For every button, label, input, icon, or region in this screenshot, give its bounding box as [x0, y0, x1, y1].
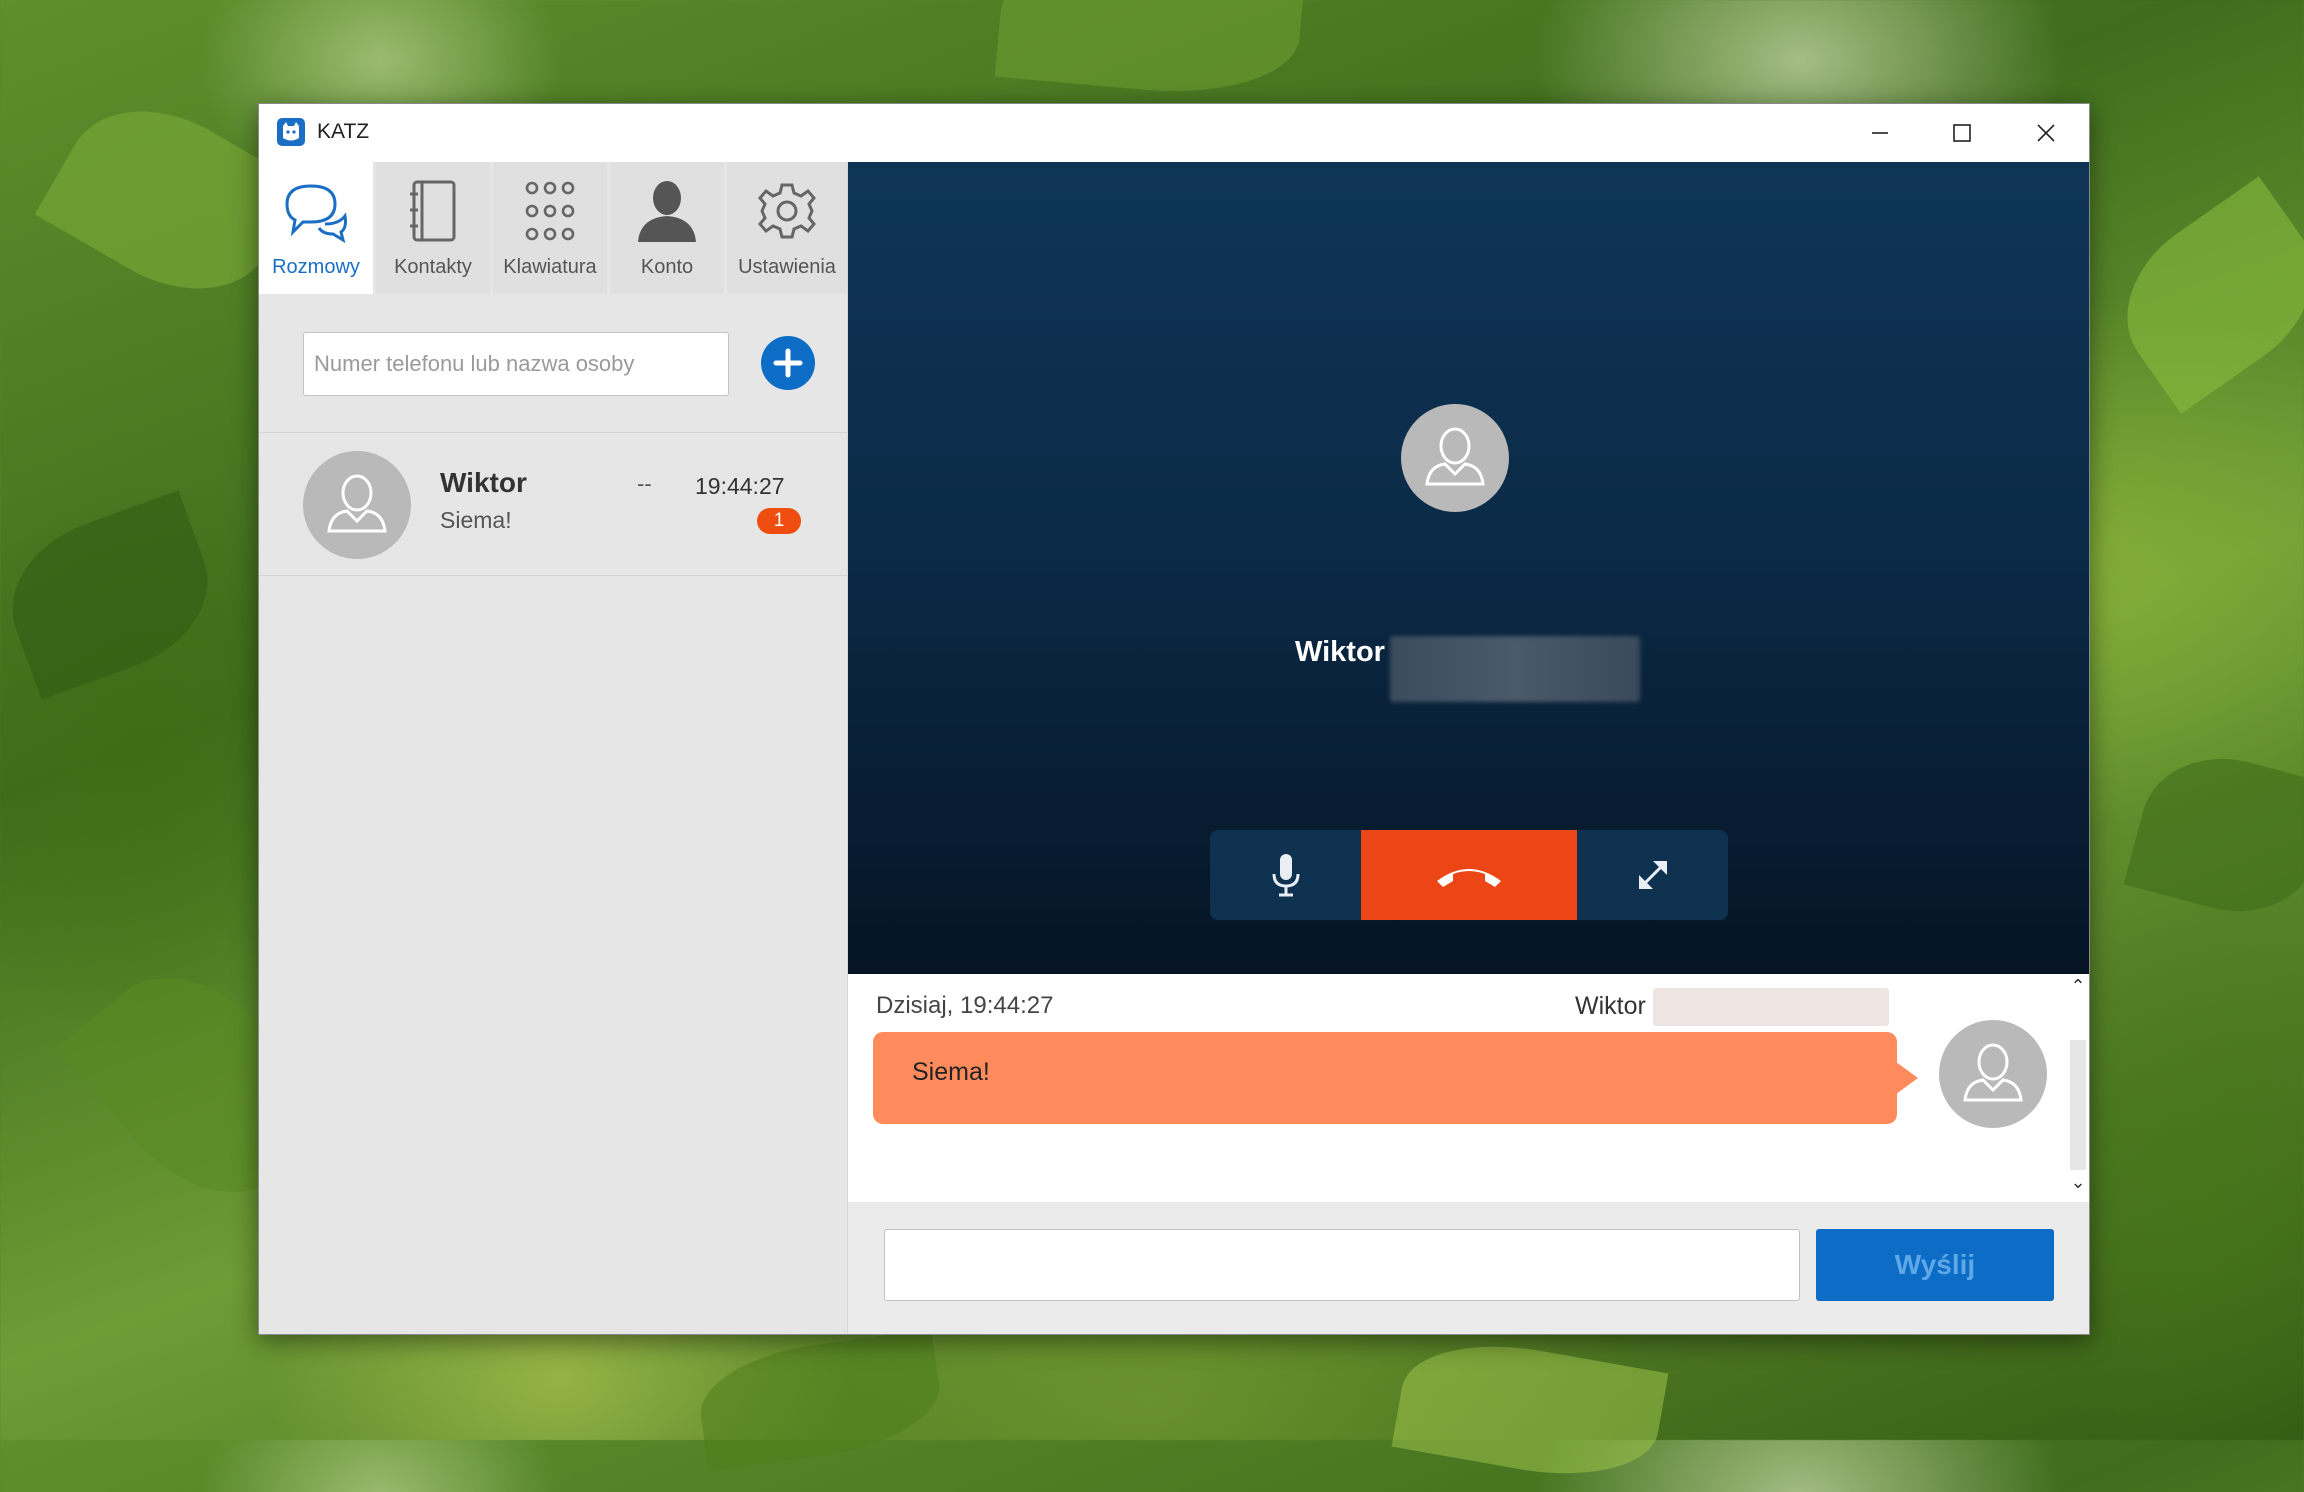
app-title: KATZ — [317, 120, 370, 143]
contact-name: Wiktor — [440, 467, 527, 498]
message-composer: Wyślij — [848, 1202, 2089, 1334]
add-contact-button[interactable] — [761, 336, 815, 390]
katz-logo-icon — [277, 118, 305, 146]
address-book-icon — [410, 180, 456, 242]
message-text: Siema! — [912, 1058, 990, 1086]
message-sender: Wiktor — [1575, 992, 1646, 1020]
close-icon — [2037, 124, 2055, 142]
caller-avatar — [1401, 404, 1509, 512]
tab-label: Klawiatura — [503, 256, 597, 278]
plus-icon — [773, 348, 803, 378]
scroll-thumb[interactable] — [2070, 1040, 2086, 1170]
conversation-item[interactable]: Wiktor Siema! -- 19:44:27 1 — [259, 433, 847, 576]
fullscreen-button[interactable] — [1577, 830, 1728, 920]
sidebar: Rozmowy Kontakty Klawiatura Konto Ustawi… — [259, 162, 848, 1334]
close-button[interactable] — [2005, 104, 2087, 162]
sender-avatar — [1939, 1020, 2047, 1128]
chat-bubbles-icon — [285, 184, 347, 244]
gear-icon — [758, 183, 816, 239]
default-avatar-icon — [1963, 1043, 2023, 1102]
tab-ustawienia[interactable]: Ustawienia — [727, 162, 847, 294]
avatar — [303, 451, 411, 559]
tab-label: Konto — [640, 256, 694, 278]
bubble-pointer — [1896, 1062, 1918, 1094]
tab-label: Kontakty — [394, 256, 472, 278]
scroll-down-icon[interactable]: ⌄ — [2067, 1172, 2089, 1193]
redacted-surname — [1390, 636, 1640, 702]
call-panel: Wiktor — [848, 162, 2089, 974]
search-input[interactable] — [303, 332, 729, 396]
maximize-icon — [1953, 124, 1971, 142]
maximize-button[interactable] — [1921, 104, 2003, 162]
nav-tabs: Rozmowy Kontakty Klawiatura Konto Ustawi… — [259, 162, 847, 294]
tab-klawiatura[interactable]: Klawiatura — [493, 162, 607, 294]
tab-label: Rozmowy — [272, 256, 360, 278]
message-date: Dzisiaj, 19:44:27 — [876, 992, 1054, 1019]
tab-rozmowy[interactable]: Rozmowy — [259, 162, 373, 294]
caller-name: Wiktor — [1295, 636, 1385, 668]
tab-label: Ustawienia — [738, 256, 836, 278]
microphone-icon — [1272, 854, 1299, 897]
call-controls — [1210, 830, 1728, 920]
user-icon — [638, 181, 696, 242]
chat-history: Dzisiaj, 19:44:27 Wiktor Siema! ⌃ ⌄ — [848, 974, 2089, 1202]
hang-up-button[interactable] — [1361, 830, 1577, 920]
default-avatar-icon — [327, 474, 387, 533]
mute-button[interactable] — [1210, 830, 1361, 920]
search-area — [259, 294, 847, 433]
message-bubble: Siema! — [873, 1032, 1897, 1124]
app-window: KATZ Rozmowy Kontakty Klawiatura Konto U… — [258, 103, 2090, 1335]
dialpad-icon — [525, 181, 575, 241]
title-bar[interactable]: KATZ — [259, 104, 2089, 162]
tab-kontakty[interactable]: Kontakty — [376, 162, 490, 294]
chat-scrollbar[interactable]: ⌃ ⌄ — [2067, 974, 2089, 1202]
hang-up-icon — [1437, 869, 1501, 887]
last-message: Siema! — [440, 507, 512, 533]
default-avatar-icon — [1425, 427, 1485, 486]
status-text: -- — [637, 471, 652, 496]
timestamp: 19:44:27 — [695, 473, 785, 499]
scroll-up-icon[interactable]: ⌃ — [2067, 976, 2089, 997]
tab-konto[interactable]: Konto — [610, 162, 724, 294]
redacted-sender-surname — [1653, 988, 1889, 1026]
minimize-icon — [1872, 132, 1888, 134]
send-button[interactable]: Wyślij — [1816, 1229, 2054, 1301]
expand-icon — [1638, 861, 1667, 889]
minimize-button[interactable] — [1839, 104, 1921, 162]
message-input[interactable] — [884, 1229, 1800, 1301]
unread-badge: 1 — [757, 508, 801, 534]
